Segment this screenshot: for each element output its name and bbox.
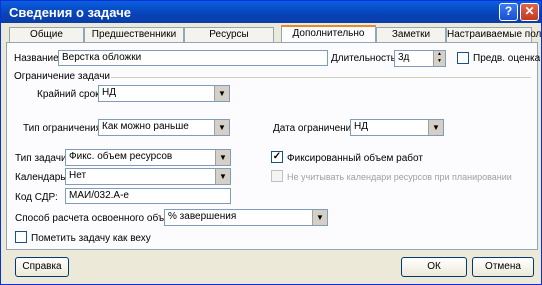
tab-predecessors[interactable]: Предшественники bbox=[84, 27, 184, 42]
duration-value: 3д bbox=[398, 52, 410, 63]
earned-value-label: Способ расчета освоенного объема: bbox=[15, 213, 185, 224]
dialog-title: Сведения о задаче bbox=[9, 5, 131, 20]
close-icon[interactable]: ✕ bbox=[520, 3, 539, 21]
wbs-field[interactable]: МАИ/032.А-е bbox=[65, 188, 231, 204]
tab-advanced[interactable]: Дополнительно bbox=[281, 25, 376, 43]
effort-driven-checkbox[interactable]: ✓ bbox=[271, 151, 283, 163]
earned-value-value: % завершения bbox=[168, 211, 237, 222]
earned-value-combo[interactable]: % завершения ▼ bbox=[164, 209, 328, 226]
cancel-button[interactable]: Отмена bbox=[472, 257, 534, 277]
calendar-combo[interactable]: Нет ▼ bbox=[65, 168, 231, 185]
deadline-label: Крайний срок: bbox=[37, 89, 103, 100]
calendar-label: Календарь: bbox=[15, 172, 69, 183]
name-label: Название: bbox=[14, 53, 62, 64]
wbs-label: Код СДР: bbox=[15, 192, 58, 203]
constraint-type-combo[interactable]: Как можно раньше ▼ bbox=[98, 119, 230, 136]
task-type-combo[interactable]: Фикс. объем ресурсов ▼ bbox=[65, 149, 231, 166]
tab-general[interactable]: Общие bbox=[9, 27, 84, 42]
tab-notes[interactable]: Заметки bbox=[376, 27, 446, 42]
duration-label: Длительность: bbox=[331, 53, 399, 64]
task-type-value: Фикс. объем ресурсов bbox=[69, 151, 173, 162]
chevron-down-icon[interactable]: ▼ bbox=[214, 86, 229, 101]
chevron-down-icon[interactable]: ▼ bbox=[428, 120, 443, 135]
estimate-checkbox[interactable] bbox=[457, 52, 469, 64]
name-field[interactable]: Верстка обложки bbox=[58, 50, 328, 66]
deadline-combo[interactable]: НД ▼ bbox=[98, 85, 230, 102]
milestone-label: Пометить задачу как веху bbox=[31, 233, 151, 244]
duration-field[interactable]: 3д ▲ ▼ bbox=[394, 50, 446, 67]
chevron-down-icon[interactable]: ▼ bbox=[215, 150, 230, 165]
calendar-value: Нет bbox=[69, 170, 87, 181]
deadline-value: НД bbox=[102, 87, 116, 98]
constraint-date-label: Дата ограничения: bbox=[273, 123, 360, 134]
estimate-label: Предв. оценка bbox=[473, 53, 541, 64]
ignore-calendars-checkbox bbox=[271, 170, 283, 182]
help-button[interactable]: Справка bbox=[15, 257, 69, 277]
task-info-dialog: Сведения о задаче ? ✕ Общие Предшественн… bbox=[0, 0, 542, 285]
constraint-type-value: Как можно раньше bbox=[102, 121, 189, 132]
chevron-down-icon[interactable]: ▼ bbox=[215, 169, 230, 184]
effort-driven-label: Фиксированный объем работ bbox=[287, 153, 423, 164]
chevron-down-icon[interactable]: ▼ bbox=[312, 210, 327, 225]
milestone-checkbox[interactable] bbox=[15, 231, 27, 243]
tab-custom-fields[interactable]: Настраиваемые поля bbox=[446, 27, 542, 42]
ok-button[interactable]: ОК bbox=[401, 257, 467, 277]
constraint-date-combo[interactable]: НД ▼ bbox=[350, 119, 444, 136]
ignore-calendars-label: Не учитывать календари ресурсов при план… bbox=[287, 172, 512, 182]
task-type-label: Тип задачи: bbox=[15, 153, 70, 164]
spin-down-icon[interactable]: ▼ bbox=[434, 58, 445, 65]
help-icon[interactable]: ? bbox=[499, 3, 518, 21]
tab-resources[interactable]: Ресурсы bbox=[184, 27, 274, 42]
section-divider bbox=[111, 77, 531, 78]
chevron-down-icon[interactable]: ▼ bbox=[214, 120, 229, 135]
constraint-date-value: НД bbox=[354, 121, 368, 132]
spin-up-icon[interactable]: ▲ bbox=[434, 51, 445, 58]
duration-spinner[interactable]: ▲ ▼ bbox=[433, 51, 445, 66]
constraint-type-label: Тип ограничения: bbox=[23, 123, 104, 134]
title-bar: Сведения о задаче ? ✕ bbox=[1, 1, 541, 23]
constraint-section-title: Ограничение задачи bbox=[14, 71, 110, 82]
